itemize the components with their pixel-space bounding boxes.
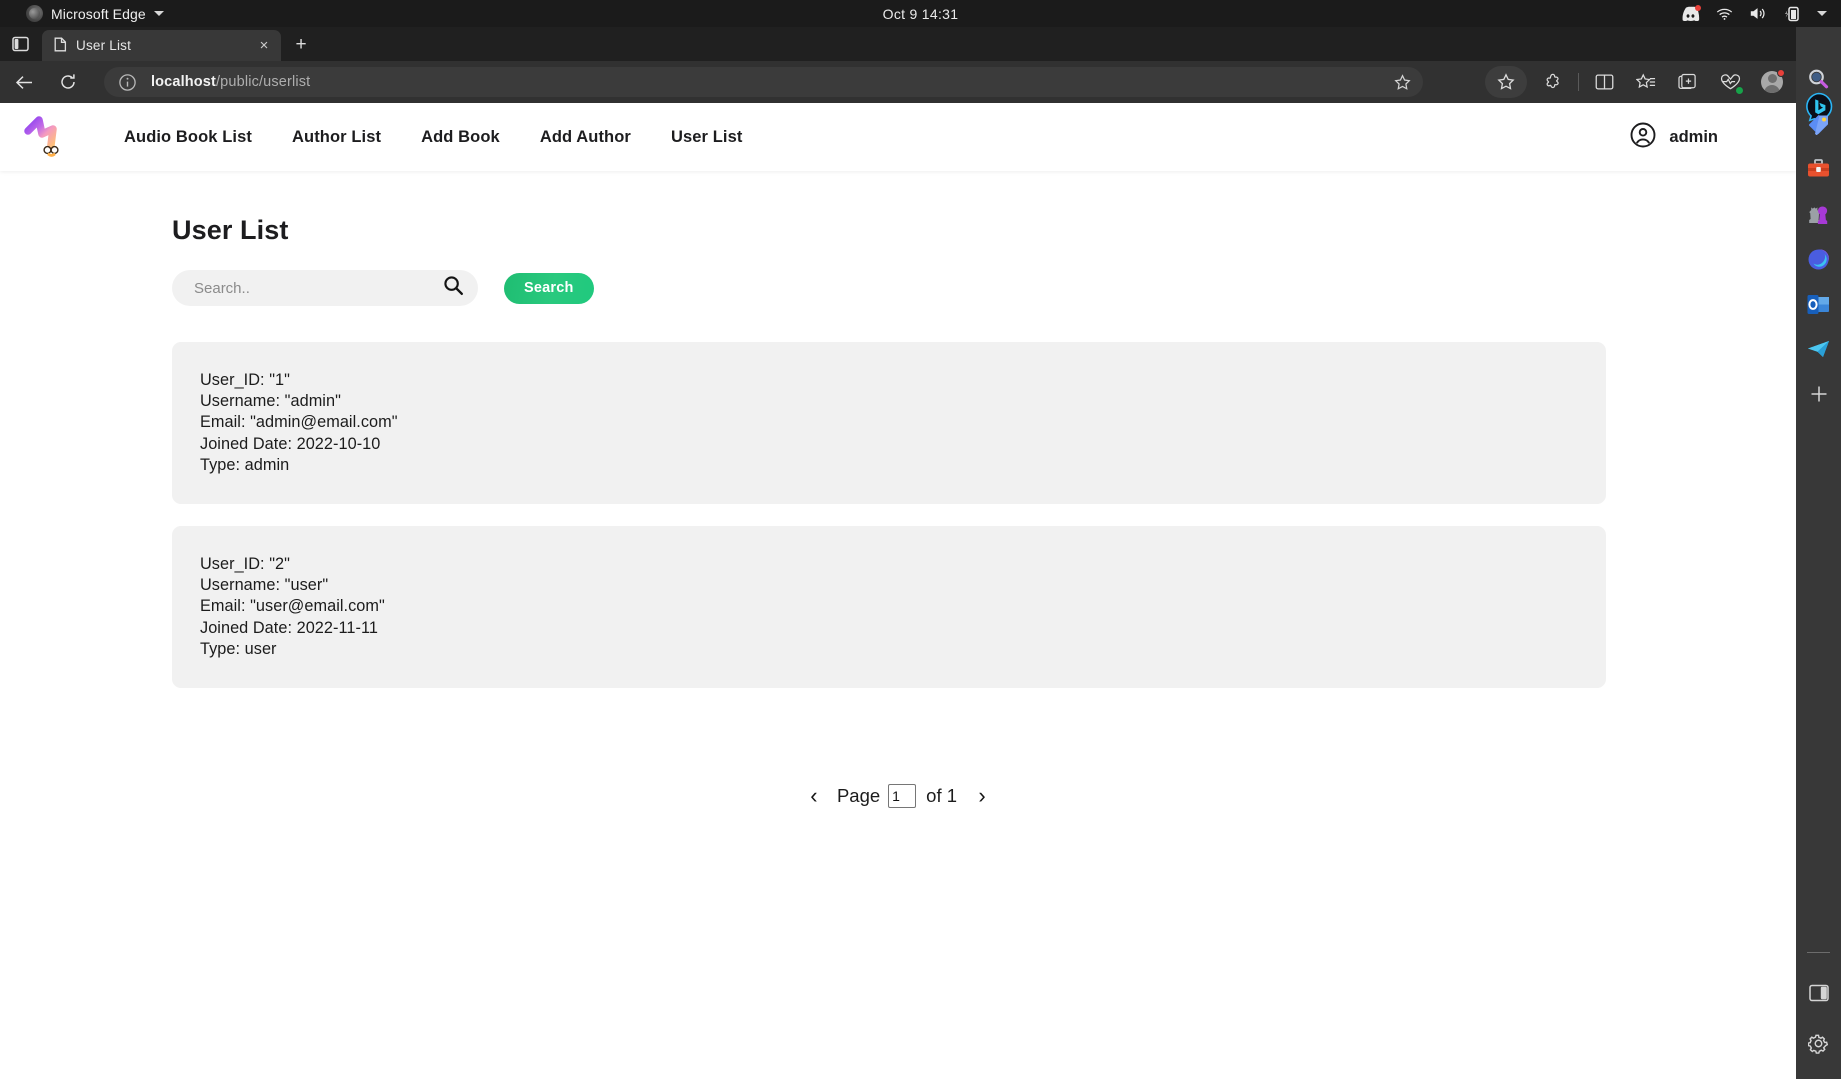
site-navbar: Audio Book List Author List Add Book Add…: [0, 103, 1796, 171]
sidebar-divider: [1807, 952, 1830, 953]
os-system-tray: [1681, 5, 1827, 22]
joined-date: Joined Date: 2022-11-11: [200, 618, 378, 637]
url-path: /public/userlist: [216, 74, 311, 90]
email: Email: "admin@email.com": [200, 413, 398, 432]
edge-sidebar-apps: [1796, 65, 1841, 408]
telegram-icon[interactable]: [1805, 335, 1833, 363]
nav-author-list[interactable]: Author List: [272, 128, 401, 147]
wifi-icon[interactable]: [1716, 7, 1733, 21]
tools-briefcase-icon[interactable]: [1805, 155, 1833, 183]
browser-tabstrip: User List × +: [0, 27, 1841, 77]
chevron-down-icon[interactable]: [153, 11, 164, 16]
nav-add-author[interactable]: Add Author: [520, 128, 651, 147]
discord-icon[interactable]: [1681, 5, 1701, 21]
microsoft-365-icon[interactable]: [1805, 245, 1833, 273]
volume-icon[interactable]: [1749, 6, 1767, 21]
url-host: localhost: [151, 74, 216, 90]
site-info-icon[interactable]: [118, 73, 137, 92]
browser-essentials-icon[interactable]: [1714, 66, 1746, 98]
user-card[interactable]: User_ID: "1" Username: "admin" Email: "a…: [172, 342, 1606, 505]
os-top-bar: Microsoft Edge Oct 9 14:31: [0, 0, 1841, 27]
address-bar[interactable]: localhost/public/userlist: [104, 67, 1423, 97]
favorites-star-icon[interactable]: [1485, 66, 1527, 98]
toolbar-icons: [1480, 61, 1835, 103]
total-pages-label: of 1: [926, 785, 958, 807]
profile-alert-dot: [1777, 69, 1785, 77]
toolbar-divider: [1578, 73, 1579, 91]
user-id: User_ID: "2": [200, 555, 290, 574]
outlook-icon[interactable]: [1805, 290, 1833, 318]
email: Email: "user@email.com": [200, 597, 385, 616]
nav-add-book[interactable]: Add Book: [401, 128, 520, 147]
page-label: Page: [836, 785, 881, 807]
prev-page-button[interactable]: ‹: [799, 781, 829, 811]
user-list: User_ID: "1" Username: "admin" Email: "a…: [172, 342, 1796, 689]
site-nav-links: Audio Book List Author List Add Book Add…: [104, 128, 762, 147]
games-icon[interactable]: [1805, 200, 1833, 228]
battery-icon[interactable]: [1783, 6, 1801, 22]
edge-sidebar: [1796, 27, 1841, 1079]
add-favorite-icon[interactable]: [1391, 71, 1413, 93]
username: Username: "admin": [200, 392, 341, 411]
edge-logo-icon: [26, 5, 43, 22]
extensions-icon[interactable]: [1537, 66, 1569, 98]
address-bar-url: localhost/public/userlist: [151, 74, 1391, 90]
user-type: Type: admin: [200, 455, 290, 474]
page-content: User List Search User_ID: "1" Username: …: [0, 215, 1796, 811]
add-icon[interactable]: [1805, 380, 1833, 408]
new-tab-button[interactable]: +: [289, 34, 313, 56]
tray-chevron-down-icon[interactable]: [1817, 11, 1827, 16]
username: Username: "user": [200, 576, 329, 595]
user-card[interactable]: User_ID: "2" Username: "user" Email: "us…: [172, 526, 1606, 689]
user-circle-icon: [1630, 122, 1656, 153]
shopping-tag-icon[interactable]: [1805, 110, 1833, 138]
joined-date: Joined Date: 2022-10-10: [200, 434, 381, 453]
os-app-menu[interactable]: Microsoft Edge: [26, 5, 164, 22]
user-type: Type: user: [200, 639, 277, 658]
search-field-wrapper[interactable]: [172, 270, 478, 306]
page-number-input[interactable]: [888, 784, 917, 809]
search-button[interactable]: Search: [504, 272, 594, 304]
profile-avatar-icon[interactable]: [1756, 66, 1788, 98]
split-screen-icon[interactable]: [1588, 66, 1620, 98]
account-name: admin: [1669, 127, 1718, 146]
browser-toolbar: localhost/public/userlist: [0, 61, 1841, 103]
search-icon[interactable]: [1805, 65, 1833, 93]
settings-gear-icon[interactable]: [1805, 1029, 1833, 1057]
sidebar-toggle-icon[interactable]: [1805, 979, 1833, 1007]
os-app-name: Microsoft Edge: [51, 5, 146, 22]
add-to-collections-icon[interactable]: [1672, 66, 1704, 98]
edge-sidebar-bottom: [1796, 952, 1841, 1057]
search-input[interactable]: [194, 279, 443, 297]
app-logo-icon[interactable]: [22, 112, 68, 162]
web-page: Audio Book List Author List Add Book Add…: [0, 103, 1796, 1079]
os-clock[interactable]: Oct 9 14:31: [883, 6, 959, 22]
reload-button[interactable]: [52, 66, 84, 98]
account-menu[interactable]: admin: [1630, 122, 1718, 153]
pagination: ‹ Page of 1 ›: [0, 781, 1796, 811]
next-page-button[interactable]: ›: [967, 781, 997, 811]
search-icon[interactable]: [443, 275, 464, 301]
browser-tab[interactable]: User List ×: [42, 30, 281, 61]
nav-user-list[interactable]: User List: [651, 128, 763, 147]
nav-audio-book-list[interactable]: Audio Book List: [104, 128, 272, 147]
page-icon: [54, 37, 67, 55]
health-status-dot: [1735, 86, 1744, 95]
search-row: Search: [172, 270, 1796, 306]
tab-title: User List: [76, 38, 132, 53]
close-icon[interactable]: ×: [255, 37, 273, 55]
collections-icon[interactable]: [1630, 66, 1662, 98]
tab-actions-sidebar-icon[interactable]: [8, 33, 32, 55]
page-title: User List: [172, 215, 289, 245]
notification-dot: [1695, 5, 1701, 11]
user-id: User_ID: "1": [200, 371, 290, 389]
back-button[interactable]: [8, 66, 40, 98]
